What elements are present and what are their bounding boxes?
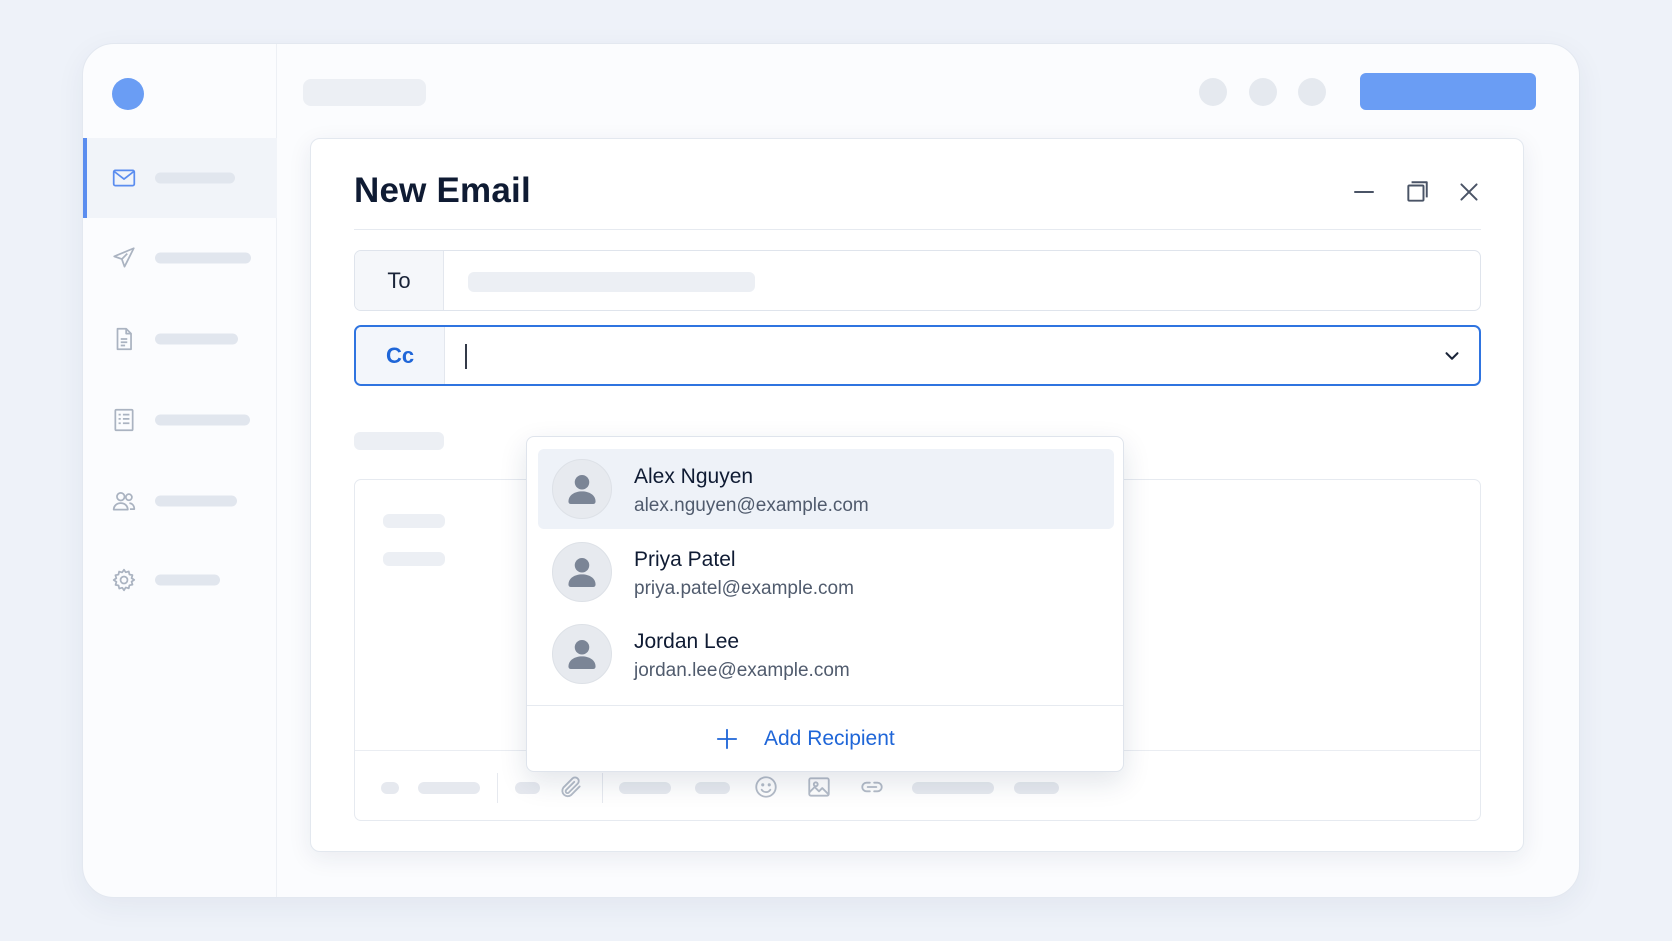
image-icon[interactable]: [806, 774, 832, 800]
user-avatar-icon: [552, 542, 612, 602]
sidebar-item-label-placeholder: [155, 495, 237, 507]
emoji-icon[interactable]: [753, 774, 779, 800]
list-icon: [114, 408, 134, 432]
sidebar: [83, 44, 277, 897]
to-label: To: [355, 251, 444, 310]
search-placeholder[interactable]: [303, 79, 426, 106]
header-action-button[interactable]: [1249, 78, 1277, 106]
text-cursor: [465, 344, 467, 369]
sidebar-item-label-placeholder: [155, 574, 220, 586]
suggestion-name: Priya Patel: [634, 548, 736, 571]
sidebar-item-contacts[interactable]: [83, 461, 277, 541]
toolbar-button[interactable]: [515, 782, 540, 794]
link-icon[interactable]: [859, 774, 885, 800]
header-action-button[interactable]: [1298, 78, 1326, 106]
body-text-placeholder: [383, 552, 445, 566]
app-logo: [112, 78, 144, 110]
to-value-placeholder: [468, 272, 755, 292]
user-avatar-icon: [552, 624, 612, 684]
toolbar-button[interactable]: [619, 782, 671, 794]
title-divider: [354, 229, 1481, 230]
users-icon: [112, 492, 136, 511]
sidebar-item-label-placeholder: [155, 333, 238, 345]
document-icon: [116, 327, 132, 351]
toolbar-button[interactable]: [695, 782, 730, 794]
subject-placeholder: [354, 432, 444, 450]
sidebar-item-lists[interactable]: [83, 380, 277, 460]
gear-icon: [112, 568, 136, 592]
toolbar-button[interactable]: [912, 782, 994, 794]
send-icon: [113, 247, 135, 268]
toolbar-divider: [602, 773, 603, 803]
body-text-placeholder: [383, 514, 445, 528]
close-icon[interactable]: [1456, 179, 1482, 205]
suggestion-name: Jordan Lee: [634, 630, 740, 653]
sidebar-item-label-placeholder: [155, 414, 250, 426]
suggestion-name: Alex Nguyen: [634, 465, 754, 488]
suggestion-item[interactable]: Alex Nguyen alex.nguyen@example.com: [538, 449, 1114, 529]
sidebar-item-inbox[interactable]: [83, 138, 277, 218]
cc-label: Cc: [356, 327, 445, 384]
sidebar-item-sent[interactable]: [83, 218, 277, 298]
maximize-icon[interactable]: [1404, 179, 1430, 205]
recipient-suggestions-dropdown: Alex Nguyen alex.nguyen@example.com Priy…: [526, 436, 1124, 772]
suggestion-email: jordan.lee@example.com: [634, 660, 850, 681]
mail-icon: [112, 169, 136, 187]
add-recipient-label: Add Recipient: [764, 727, 895, 750]
chevron-down-icon[interactable]: [1441, 345, 1463, 367]
toolbar-button[interactable]: [381, 782, 399, 794]
header-action-button[interactable]: [1199, 78, 1227, 106]
cc-field[interactable]: Cc: [354, 325, 1481, 386]
add-recipient-button[interactable]: Add Recipient: [527, 706, 1123, 772]
sidebar-item-label-placeholder: [155, 172, 235, 184]
suggestion-item[interactable]: Priya Patel priya.patel@example.com: [538, 532, 1114, 612]
primary-action-button[interactable]: [1360, 73, 1536, 110]
toolbar-button[interactable]: [1014, 782, 1059, 794]
suggestion-email: priya.patel@example.com: [634, 578, 854, 599]
suggestion-item[interactable]: Jordan Lee jordan.lee@example.com: [538, 614, 1114, 694]
plus-icon: [716, 728, 738, 750]
minimize-icon[interactable]: [1351, 179, 1377, 205]
suggestion-email: alex.nguyen@example.com: [634, 495, 869, 516]
to-field[interactable]: To: [354, 250, 1481, 311]
sidebar-item-settings[interactable]: [83, 540, 277, 620]
mail-app-window: New Email To Cc Alex Nguyen alex.nguyen@…: [82, 43, 1580, 898]
toolbar-divider: [497, 773, 498, 803]
user-avatar-icon: [552, 459, 612, 519]
toolbar-button[interactable]: [418, 782, 480, 794]
sidebar-item-label-placeholder: [155, 252, 251, 264]
attachment-icon[interactable]: [558, 774, 584, 800]
compose-title: New Email: [354, 171, 531, 210]
sidebar-item-drafts[interactable]: [83, 299, 277, 379]
